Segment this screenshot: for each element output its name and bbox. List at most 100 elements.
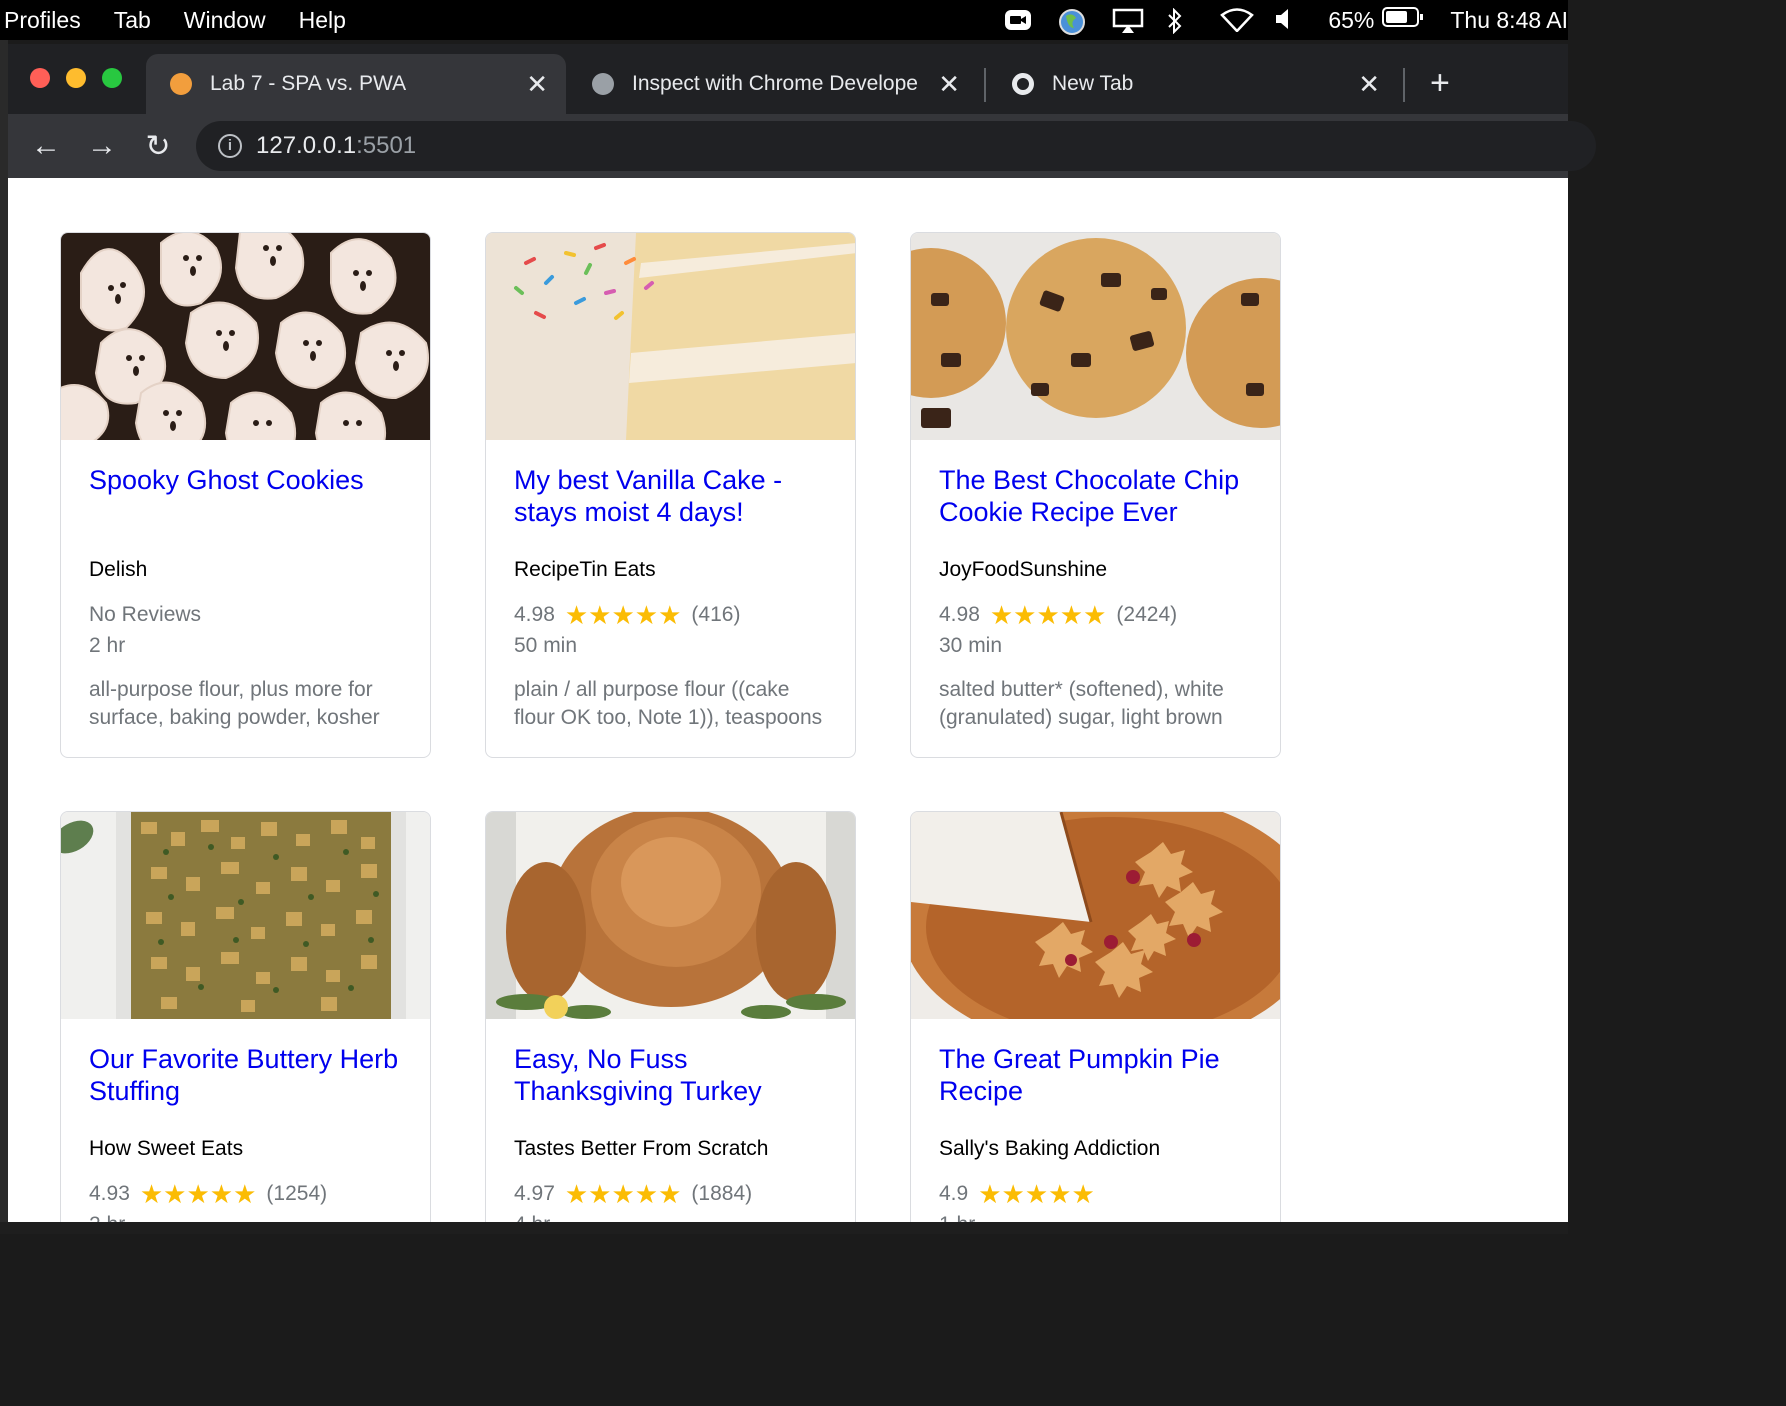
recipe-image [61, 233, 430, 440]
recipe-image [486, 812, 855, 1019]
close-tab-icon[interactable]: ✕ [1358, 69, 1380, 100]
recipe-org: Delish [89, 558, 148, 581]
battery-icon[interactable] [1382, 6, 1424, 34]
recipe-time: 50 min [514, 634, 578, 657]
recipe-title-link[interactable]: My best Vanilla Cake - stays moist 4 day… [514, 464, 827, 560]
recipe-time: 2 hr [89, 1213, 402, 1222]
rating-count: (2424) [1116, 603, 1178, 626]
recipe-title-link[interactable]: Spooky Ghost Cookies [89, 464, 402, 560]
reload-icon[interactable]: ↻ [130, 129, 186, 164]
rating-value: 4.98 [514, 603, 555, 626]
recipe-card[interactable]: The Best Chocolate Chip Cookie Recipe Ev… [910, 232, 1281, 758]
zoom-video-icon[interactable] [1004, 8, 1032, 32]
rating-value: 4.9 [939, 1182, 969, 1205]
recipe-rating: No Reviews [89, 596, 402, 634]
reviews-text: No Reviews [89, 603, 202, 626]
recipe-rating: 4.9 ★★★★★ [939, 1175, 1252, 1213]
recipe-rating: 4.97 ★★★★★ (1884) [514, 1175, 827, 1213]
recipe-ingredients: plain / all purpose flour ((cake flour O… [514, 678, 823, 729]
recipe-org: Sally's Baking Addiction [939, 1137, 1161, 1160]
recipe-org: How Sweet Eats [89, 1137, 244, 1160]
recipe-org: JoyFoodSunshine [939, 558, 1108, 581]
zoom-window-button[interactable] [102, 68, 122, 88]
rating-value: 4.98 [939, 603, 980, 626]
recipe-ingredients: salted butter* (softened), white (granul… [939, 678, 1224, 729]
window-controls [30, 68, 122, 88]
forward-arrow-icon[interactable]: → [74, 129, 130, 163]
recipe-image [911, 233, 1280, 440]
macos-menu-bar: Profiles Tab Window Help 65% Thu 8:48 AI [0, 0, 1568, 40]
url-host: 127.0.0.1 [256, 132, 357, 159]
new-tab-plus-icon[interactable]: + [1430, 64, 1450, 103]
tab-inspect[interactable]: Inspect with Chrome Develope ✕ [568, 54, 978, 114]
menubar-clock[interactable]: Thu 8:48 AI [1450, 7, 1568, 34]
recipe-card[interactable]: My best Vanilla Cake - stays moist 4 day… [485, 232, 856, 758]
minimize-window-button[interactable] [66, 68, 86, 88]
recipe-card[interactable]: The Great Pumpkin Pie Recipe Sally's Bak… [910, 811, 1281, 1222]
rating-value: 4.93 [89, 1182, 130, 1205]
recipe-org: Tastes Better From Scratch [514, 1137, 769, 1160]
recipe-image [486, 233, 855, 440]
rating-stars-icon: ★★★★★ [978, 1179, 1095, 1209]
page-viewport: Spooky Ghost Cookies Delish No Reviews 2… [8, 178, 1568, 1222]
globe-icon[interactable] [1058, 8, 1086, 35]
recipe-card[interactable]: Easy, No Fuss Thanksgiving Turkey Tastes… [485, 811, 856, 1222]
close-window-button[interactable] [30, 68, 50, 88]
window-left-edge [0, 40, 8, 1234]
back-arrow-icon[interactable]: ← [18, 129, 74, 163]
recipe-title-link[interactable]: Easy, No Fuss Thanksgiving Turkey [514, 1043, 827, 1139]
rating-stars-icon: ★★★★★ [139, 1179, 257, 1209]
rating-value: 4.97 [514, 1182, 555, 1205]
close-tab-icon[interactable]: ✕ [526, 69, 548, 100]
rating-count: (1254) [266, 1182, 328, 1205]
rating-stars-icon: ★★★★★ [564, 1179, 682, 1209]
recipe-rating: 4.93 ★★★★★ (1254) [89, 1175, 402, 1213]
recipe-image [911, 812, 1280, 1019]
recipe-card[interactable]: Our Favorite Buttery Herb Stuffing How S… [60, 811, 431, 1222]
tab-separator [984, 68, 986, 102]
tab-title: Lab 7 - SPA vs. PWA [210, 72, 407, 95]
airplay-icon[interactable] [1112, 8, 1144, 33]
browser-chrome: Lab 7 - SPA vs. PWA ✕ Inspect with Chrom… [8, 44, 1596, 178]
recipe-image [61, 812, 430, 1019]
volume-icon[interactable] [1274, 8, 1302, 32]
tab-strip: Lab 7 - SPA vs. PWA ✕ Inspect with Chrom… [8, 44, 1568, 114]
rating-count: (1884) [691, 1182, 753, 1205]
lab-favicon-icon [170, 73, 192, 95]
wifi-icon[interactable] [1220, 8, 1255, 33]
close-tab-icon[interactable]: ✕ [938, 69, 960, 100]
recipe-title-link[interactable]: The Best Chocolate Chip Cookie Recipe Ev… [939, 464, 1252, 560]
menu-help[interactable]: Help [299, 7, 346, 34]
recipe-time: 1 hr [939, 1213, 1252, 1222]
address-bar[interactable]: i 127.0.0.1 :5501 [196, 121, 1596, 171]
globe-favicon-icon [592, 73, 614, 95]
tab-separator [1403, 68, 1405, 102]
bluetooth-icon[interactable] [1166, 7, 1194, 35]
chrome-favicon-icon [1012, 73, 1034, 95]
battery-percent: 65% [1328, 6, 1375, 33]
site-info-icon[interactable]: i [218, 134, 242, 158]
tab-title: New Tab [1052, 72, 1134, 95]
tab-title: Inspect with Chrome Develope [632, 72, 918, 95]
menu-window[interactable]: Window [184, 7, 266, 34]
recipe-card[interactable]: Spooky Ghost Cookies Delish No Reviews 2… [60, 232, 431, 758]
rating-stars-icon: ★★★★★ [989, 600, 1107, 630]
recipe-ingredients: all-purpose flour, plus more for surface… [89, 678, 380, 729]
tab-new-tab[interactable]: New Tab ✕ [988, 54, 1398, 114]
menu-tab[interactable]: Tab [114, 7, 151, 34]
recipe-title-link[interactable]: Our Favorite Buttery Herb Stuffing [89, 1043, 402, 1139]
rating-stars-icon: ★★★★★ [564, 600, 682, 630]
recipe-time: 4 hr [514, 1213, 827, 1222]
devtools-strip [0, 1222, 1568, 1234]
recipe-rating: 4.98 ★★★★★ (2424) [939, 596, 1252, 634]
recipe-time: 2 hr [89, 634, 126, 657]
rating-count: (416) [691, 603, 741, 626]
recipe-title-link[interactable]: The Great Pumpkin Pie Recipe [939, 1043, 1252, 1139]
recipe-org: RecipeTin Eats [514, 558, 656, 581]
url-port: :5501 [356, 132, 417, 159]
recipe-rating: 4.98 ★★★★★ (416) [514, 596, 827, 634]
browser-toolbar: ← → ↻ i 127.0.0.1 :5501 [8, 114, 1596, 178]
tab-lab7[interactable]: Lab 7 - SPA vs. PWA ✕ [146, 54, 566, 114]
menu-profiles[interactable]: Profiles [4, 7, 81, 34]
recipe-time: 30 min [939, 634, 1003, 657]
